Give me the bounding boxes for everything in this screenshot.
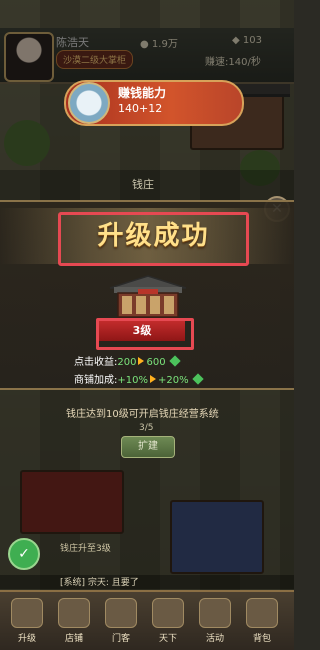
nav-item-upgrade[interactable]: 升级 [8, 598, 46, 644]
level-highlight-box [96, 318, 194, 350]
silver-ingot-icon [68, 82, 110, 124]
quest-check-icon[interactable]: ✓ [8, 538, 40, 570]
upgrade-icon [11, 598, 43, 628]
nav-item-guest[interactable]: 门客 [102, 598, 140, 644]
world-icon [152, 598, 184, 628]
bag-icon [246, 598, 278, 628]
gem-icon [168, 354, 181, 367]
arrow-right-icon [138, 356, 145, 365]
expand-button[interactable]: 扩建 [121, 436, 175, 458]
click-income-row: 点击收益:200 600 [74, 350, 181, 369]
arrow-right-icon [149, 374, 156, 383]
bank-shop-image [109, 275, 187, 318]
shop-icon [58, 598, 90, 628]
nav-item-bag[interactable]: 背包 [243, 598, 281, 644]
title-highlight-box [58, 212, 249, 266]
earning-power-title: 赚钱能力 [118, 86, 167, 100]
nav-item-world[interactable]: 天下 [149, 598, 187, 644]
event-icon [199, 598, 231, 628]
unlock-hint-text: 钱庄达到10级可开启钱庄经营系统 [66, 409, 219, 420]
earning-power-value: 140+12 [118, 102, 163, 115]
gem-icon [191, 372, 204, 385]
nav-item-shop[interactable]: 店铺 [55, 598, 93, 644]
nav-item-event[interactable]: 活动 [196, 598, 234, 644]
chat-message: [系统] 宗天: 且要了 [60, 578, 139, 588]
quest-text: 钱庄升至3级 [60, 544, 111, 554]
guest-icon [105, 598, 137, 628]
shop-title: 钱庄 [132, 178, 154, 191]
expand-progress: 3/5 [139, 423, 154, 433]
chat-bar[interactable] [0, 575, 294, 589]
shop-bonus-row: 商铺加成:+10% +20% [74, 368, 204, 387]
